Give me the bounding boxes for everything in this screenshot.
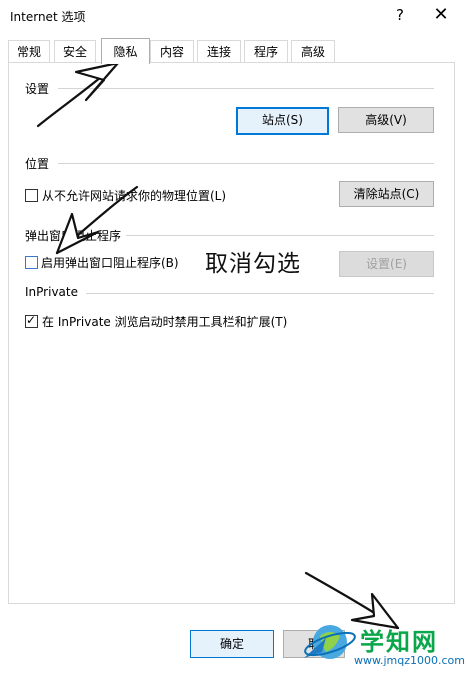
- inprivate-divider: [86, 293, 434, 294]
- settings-heading: 设置: [25, 82, 50, 96]
- tab-security[interactable]: 安全: [54, 40, 96, 63]
- sites-button[interactable]: 站点(S): [236, 107, 329, 135]
- tab-general[interactable]: 常规: [8, 40, 50, 63]
- location-checkbox-label: 从不允许网站请求你的物理位置(L): [42, 189, 227, 203]
- location-divider: [58, 163, 434, 164]
- privacy-tab-panel: [8, 62, 455, 604]
- inprivate-heading: InPrivate: [25, 285, 78, 299]
- ok-button[interactable]: 确定: [190, 630, 274, 658]
- inprivate-checkbox-label: 在 InPrivate 浏览启动时禁用工具栏和扩展(T): [42, 315, 288, 329]
- settings-divider: [58, 88, 434, 89]
- close-button[interactable]: ✕: [428, 2, 454, 28]
- globe-logo-icon: [304, 625, 356, 659]
- watermark-logo: 学知网 www.jmqz1000.com: [296, 618, 467, 670]
- annotation-uncheck-text: 取消勾选: [205, 251, 301, 277]
- popup-blocker-checkbox[interactable]: [25, 256, 38, 269]
- internet-options-dialog: Internet 选项 ? ✕ 常规 安全 隐私 内容 连接 程序 高级 设置 …: [0, 0, 467, 670]
- window-title: Internet 选项: [10, 10, 86, 24]
- tab-programs[interactable]: 程序: [244, 40, 288, 63]
- clear-sites-button[interactable]: 清除站点(C): [339, 181, 434, 207]
- location-checkbox[interactable]: [25, 189, 38, 202]
- tab-advanced[interactable]: 高级: [291, 40, 335, 63]
- popup-blocker-divider: [126, 235, 434, 236]
- inprivate-checkbox[interactable]: [25, 313, 38, 328]
- popup-blocker-checkbox-label: 启用弹出窗口阻止程序(B): [41, 256, 179, 270]
- title-bar: Internet 选项 ? ✕: [0, 0, 467, 34]
- popup-settings-button[interactable]: 设置(E): [339, 251, 434, 277]
- privacy-advanced-button[interactable]: 高级(V): [338, 107, 434, 133]
- tab-connections[interactable]: 连接: [197, 40, 241, 63]
- tab-privacy[interactable]: 隐私: [101, 38, 150, 64]
- watermark-title: 学知网: [360, 628, 438, 656]
- location-heading: 位置: [25, 157, 50, 171]
- help-button[interactable]: ?: [388, 2, 412, 28]
- watermark-url: www.jmqz1000.com: [354, 654, 465, 667]
- tab-content[interactable]: 内容: [150, 40, 194, 63]
- popup-blocker-heading: 弹出窗口阻止程序: [25, 229, 122, 243]
